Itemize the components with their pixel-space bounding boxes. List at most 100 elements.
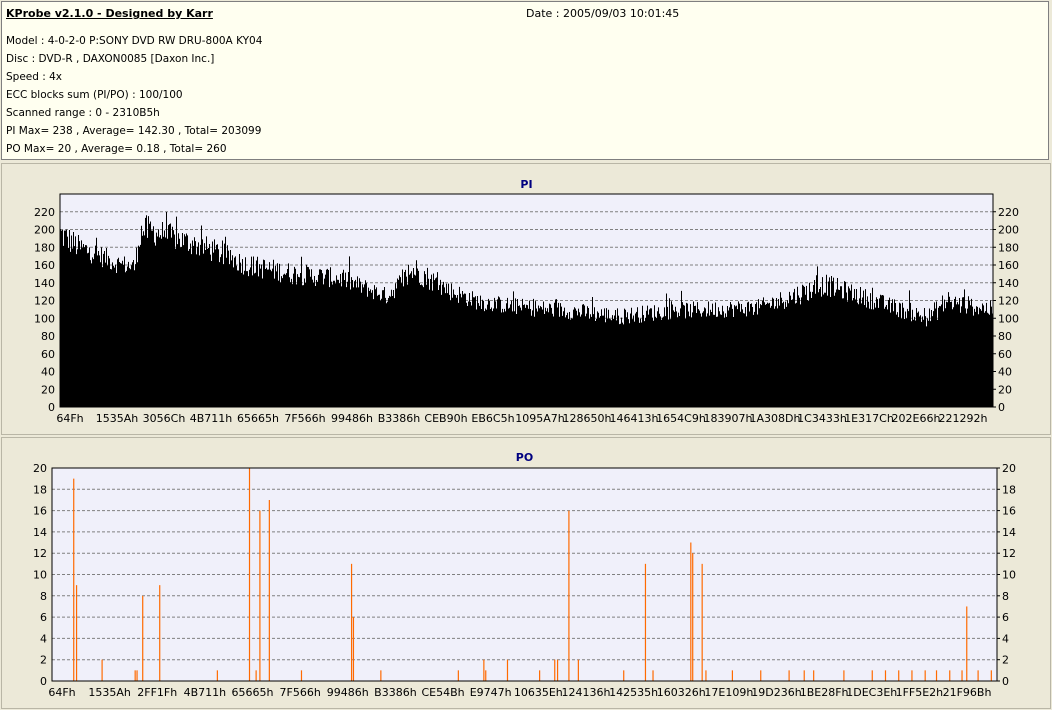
scan-speed: Speed : 4x [6,71,63,83]
ecc-blocks: ECC blocks sum (PI/PO) : 100/100 [6,89,183,101]
pi-x-tick-label: CEB90h [424,412,467,425]
pi-y-tick-left: 200 [34,224,55,237]
po-x-tick-label: 99486h [327,686,369,699]
po-x-tick-label: 7F566h [280,686,321,699]
po-x-tick-label: 17E109h [704,686,753,699]
po-y-tick-left: 14 [33,526,47,539]
po-x-tick-label: 1DEC3Eh [846,686,897,699]
pi-chart-panel: PI 0 0 20 20 40 40 60 60 80 80 100 100 120 120 140 140 16… [1,163,1051,435]
po-summary: PO Max= 20 , Average= 0.18 , Total= 260 [6,143,227,155]
po-y-tick-left: 0 [40,675,47,688]
pi-x-tick-label: 7F566h [284,412,325,425]
pi-x-tick-label: 99486h [331,412,373,425]
pi-x-tick-label: 128650h [563,412,612,425]
po-x-tick-label: 4B711h [184,686,227,699]
po-x-tick-label: 1535Ah [88,686,131,699]
po-y-tick-left: 18 [33,483,47,496]
pi-y-tick-right: 140 [998,277,1019,290]
po-y-tick-right: 0 [1002,675,1009,688]
po-y-tick-right: 20 [1002,462,1016,475]
pi-x-tick-label: 202E66h [892,412,941,425]
pi-y-tick-right: 40 [998,366,1012,379]
po-chart-panel: PO 0 0 2 2 4 4 6 6 8 8 10 10 12 12 14 14 16 16 18 18 20 20 64Fh… [1,437,1051,709]
po-y-tick-right: 16 [1002,505,1016,518]
pi-x-tick-label: 1C3433h [797,412,847,425]
po-x-tick-label: 1FF5E2h [896,686,944,699]
po-x-tick-label: B3386h [374,686,417,699]
pi-x-tick-label: EB6C5h [471,412,514,425]
pi-y-tick-left: 220 [34,206,55,219]
pi-y-tick-left: 60 [41,348,55,361]
po-y-tick-left: 4 [40,632,47,645]
po-chart-title: PO [516,451,533,464]
pi-y-tick-left: 20 [41,383,55,396]
po-y-tick-left: 6 [40,611,47,624]
po-x-tick-label: 64Fh [48,686,75,699]
drive-model: Model : 4-0-2-0 P:SONY DVD RW DRU-800A K… [6,35,263,47]
pi-y-tick-right: 80 [998,330,1012,343]
scan-date: Date : 2005/09/03 10:01:45 [526,7,680,20]
pi-x-tick-label: 65665h [237,412,279,425]
pi-summary: PI Max= 238 , Average= 142.30 , Total= 2… [6,125,262,137]
po-y-tick-left: 12 [33,547,47,560]
po-y-tick-right: 14 [1002,526,1016,539]
pi-y-tick-right: 180 [998,241,1019,254]
pi-x-tick-label: 64Fh [56,412,83,425]
po-x-tick-label: 124136h [561,686,610,699]
po-y-tick-right: 12 [1002,547,1016,560]
pi-y-tick-right: 160 [998,259,1019,272]
po-x-tick-label: 142535h [609,686,658,699]
po-x-tick-label: 21F96Bh [943,686,992,699]
pi-y-tick-right: 200 [998,224,1019,237]
pi-y-tick-right: 220 [998,206,1019,219]
pi-y-tick-right: 60 [998,348,1012,361]
pi-x-tick-label: 1535Ah [96,412,139,425]
pi-y-tick-right: 0 [998,401,1005,414]
pi-x-tick-label: 1654C9h [656,412,706,425]
disc-info: Disc : DVD-R , DAXON0085 [Daxon Inc.] [6,53,215,65]
pi-y-tick-right: 120 [998,295,1019,308]
po-y-tick-left: 10 [33,569,47,582]
po-x-tick-label: E9747h [470,686,512,699]
po-y-tick-right: 4 [1002,632,1009,645]
po-y-tick-left: 2 [40,654,47,667]
pi-chart: PI 0 0 20 20 40 40 60 60 80 80 100 100 120 120 140 140 16… [34,178,1019,425]
po-x-tick-label: 10635Eh [514,686,563,699]
pi-x-tick-label: 1095A7h [515,412,565,425]
pi-y-tick-left: 100 [34,312,55,325]
info-panel: KProbe v2.1.0 - Designed by Karr Date : … [1,1,1049,160]
pi-x-tick-label: 221292h [939,412,988,425]
pi-y-tick-left: 140 [34,277,55,290]
po-y-tick-right: 2 [1002,654,1009,667]
po-y-tick-right: 8 [1002,590,1009,603]
pi-y-tick-left: 80 [41,330,55,343]
po-y-tick-right: 6 [1002,611,1009,624]
pi-y-tick-left: 160 [34,259,55,272]
po-chart: PO 0 0 2 2 4 4 6 6 8 8 10 10 12 12 14 14 16 16 18 18 20 20 64Fh… [33,451,1016,699]
pi-y-tick-left: 180 [34,241,55,254]
po-x-tick-label: CE54Bh [421,686,464,699]
pi-x-tick-label: 1A308Dh [750,412,801,425]
po-x-tick-label: 160326h [657,686,706,699]
po-y-tick-right: 18 [1002,483,1016,496]
po-y-tick-right: 10 [1002,569,1016,582]
po-x-tick-label: 65665h [232,686,274,699]
pi-y-tick-left: 40 [41,366,55,379]
pi-y-tick-right: 20 [998,383,1012,396]
pi-x-tick-label: 4B711h [190,412,233,425]
pi-x-tick-label: 146413h [610,412,659,425]
scanned-range: Scanned range : 0 - 2310B5h [6,107,160,119]
po-y-tick-left: 16 [33,505,47,518]
po-x-tick-label: 19D236h [751,686,801,699]
pi-x-tick-label: 183907h [704,412,753,425]
app-title: KProbe v2.1.0 - Designed by Karr [6,7,213,20]
pi-chart-title: PI [520,178,532,191]
pi-y-tick-left: 0 [48,401,55,414]
pi-x-tick-label: 3056Ch [143,412,186,425]
po-y-tick-left: 8 [40,590,47,603]
po-x-tick-label: 2FF1Fh [137,686,177,699]
pi-y-tick-left: 120 [34,295,55,308]
pi-x-tick-label: B3386h [378,412,421,425]
pi-y-tick-right: 100 [998,312,1019,325]
pi-x-tick-label: 1E317Ch [844,412,894,425]
